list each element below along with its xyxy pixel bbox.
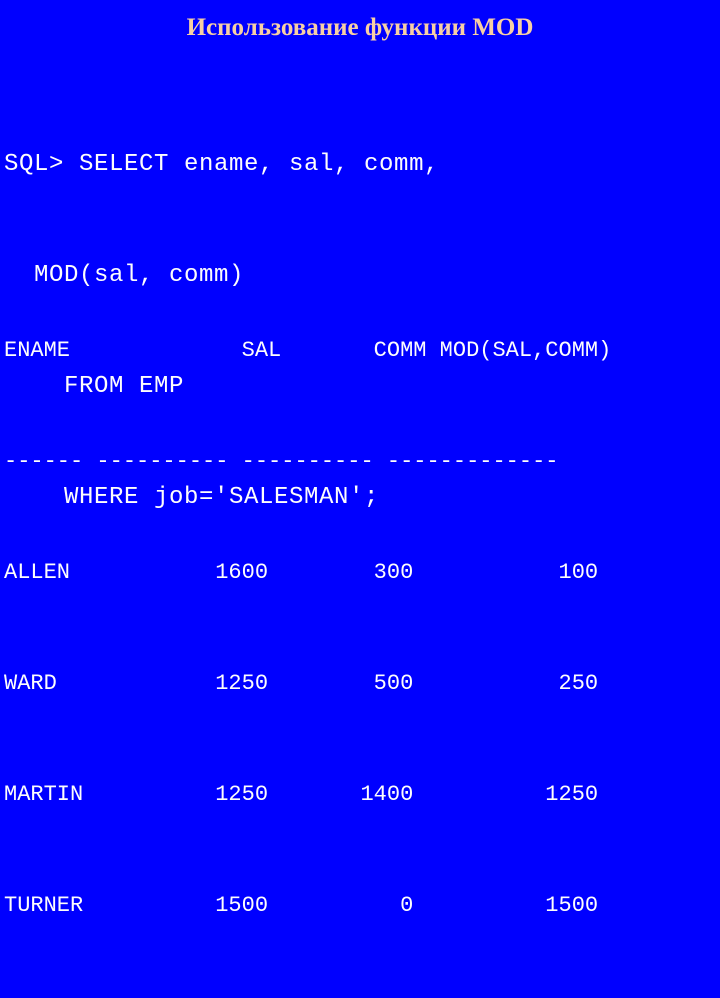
page-title: Использование функции MOD	[186, 14, 534, 41]
table-row: WARD 1250 500 250	[4, 671, 599, 696]
sql-result-table: ENAME SAL COMM MOD(SAL,COMM) ------ ----…	[4, 258, 720, 998]
slide-canvas: Использование функции MOD SQL> SELECT en…	[0, 0, 720, 918]
sql-query-line-1: SQL> SELECT ename, sal, comm,	[4, 151, 440, 178]
table-row: TURNER 1500 0 1500	[4, 893, 599, 918]
table-row: ALLEN 1600 300 100	[4, 560, 599, 585]
result-separator-row: ------ ---------- ---------- -----------…	[4, 449, 559, 474]
result-header-row: ENAME SAL COMM MOD(SAL,COMM)	[4, 338, 612, 363]
table-row: MARTIN 1250 1400 1250	[4, 782, 599, 807]
